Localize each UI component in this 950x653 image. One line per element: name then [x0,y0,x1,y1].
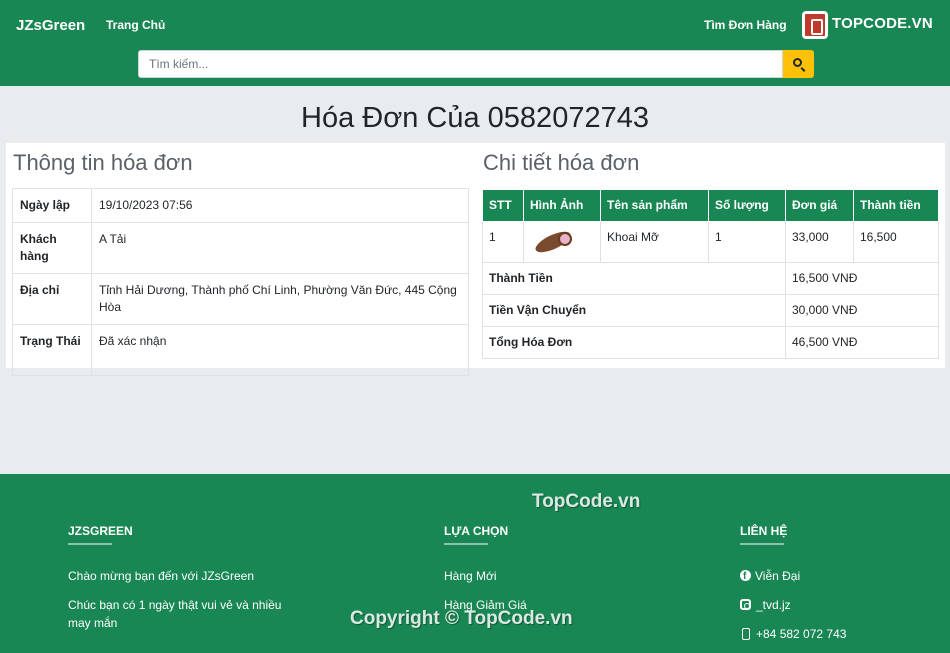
summary-label: Tổng Hóa Đơn [482,326,786,359]
footer-about-title: JZSGREEN [68,524,133,538]
column-header: Tên sản phẩm [600,189,709,222]
info-label: Ngày lập [12,188,92,223]
table-row: Địa chỉ Tỉnh Hải Dương, Thành phố Chí Li… [12,273,469,325]
info-label: Địa chỉ [12,273,92,325]
invoice-detail-table: STT Hình Ảnh Tên sản phẩm Số lượng Đơn g… [482,189,939,359]
invoice-detail-title: Chi tiết hóa đơn [483,150,640,175]
invoice-card: Thông tin hóa đơn Ngày lập 19/10/2023 07… [6,143,945,376]
footer-link-new[interactable]: Hàng Mới [444,567,497,585]
footer-about-text: Chúc bạn có 1 ngày thật vui vẻ và nhiều … [68,598,282,630]
footer-divider [68,543,112,545]
footer-instagram-link[interactable]: _tvd.jz [740,596,791,614]
search-icon [793,58,802,67]
footer-about-text: Chào mừng bạn đến với JZsGreen [68,569,254,583]
site-footer: TopCode.vn JZSGREEN Chào mừng bạn đến vớ… [0,474,950,653]
page-title: Hóa Đơn Của 0582072743 [301,102,649,134]
footer-contact-title: LIÊN HỆ [740,524,788,538]
nav-find-orders-link[interactable]: Tìm Đơn Hàng [704,18,787,32]
table-row: 1 Khoai Mỡ 1 33,000 16,500 [482,221,939,263]
phone-icon [742,628,750,640]
facebook-icon [740,568,751,586]
info-value: A Tải [91,222,469,274]
column-header: Số lượng [708,189,786,222]
footer-options-title: LỰA CHỌN [444,524,509,538]
search-bar [138,50,814,78]
item-total: 16,500 [853,221,939,263]
cassava-image [530,226,576,258]
summary-value: 16,500 VNĐ [785,262,939,295]
facebook-name: Viễn Đại [755,569,801,583]
summary-label: Thành Tiền [482,262,786,295]
topcode-logo-icon [802,11,828,39]
nav-home-link[interactable]: Trang Chủ [106,18,165,32]
topcode-logo: TOPCODE.VN [802,11,942,39]
footer-divider [444,543,488,545]
footer-divider [740,543,784,545]
watermark-bottom: Copyright © TopCode.vn [350,608,573,629]
invoice-info-table: Ngày lập 19/10/2023 07:56 Khách hàng A T… [12,188,469,376]
column-header: Thành tiền [853,189,939,222]
search-input[interactable] [138,50,783,78]
summary-value: 30,000 VNĐ [785,294,939,327]
brand-link[interactable]: JZsGreen [16,17,85,34]
table-row: Khách hàng A Tải [12,222,469,274]
item-image-cell [523,221,601,263]
instagram-icon [740,599,751,610]
summary-value: 46,500 VNĐ [785,326,939,359]
item-name: Khoai Mỡ [600,221,709,263]
item-price: 33,000 [785,221,854,263]
phone-number: +84 582 072 743 [756,627,847,641]
summary-label: Tiền Vận Chuyển [482,294,786,327]
instagram-name: _tvd.jz [756,598,791,612]
summary-row: Tổng Hóa Đơn 46,500 VNĐ [482,326,939,359]
info-value: Tỉnh Hải Dương, Thành phố Chí Linh, Phườ… [91,273,469,325]
top-navbar: JZsGreen Trang Chủ Tìm Đơn Hàng TOPCODE.… [0,0,950,86]
summary-row: Tiền Vận Chuyển 30,000 VNĐ [482,294,939,327]
invoice-info-title: Thông tin hóa đơn [13,150,193,175]
info-label: Trạng Thái [12,324,92,376]
watermark-top: TopCode.vn [532,491,641,512]
item-qty: 1 [708,221,786,263]
column-header: Đơn giá [785,189,854,222]
topcode-logo-text: TOPCODE.VN [832,15,933,32]
info-value: 19/10/2023 07:56 [91,188,469,223]
table-row: Trạng Thái Đã xác nhận [12,324,469,376]
column-header: STT [482,189,524,222]
footer-facebook-link[interactable]: Viễn Đại [740,567,801,586]
table-row: Ngày lập 19/10/2023 07:56 [12,188,469,223]
info-label: Khách hàng [12,222,92,274]
table-header-row: STT Hình Ảnh Tên sản phẩm Số lượng Đơn g… [482,189,939,222]
search-button[interactable] [783,50,814,78]
column-header: Hình Ảnh [523,189,601,222]
summary-row: Thành Tiền 16,500 VNĐ [482,262,939,295]
info-value: Đã xác nhận [91,324,469,376]
item-stt: 1 [482,221,524,263]
footer-phone: +84 582 072 743 [740,625,846,643]
